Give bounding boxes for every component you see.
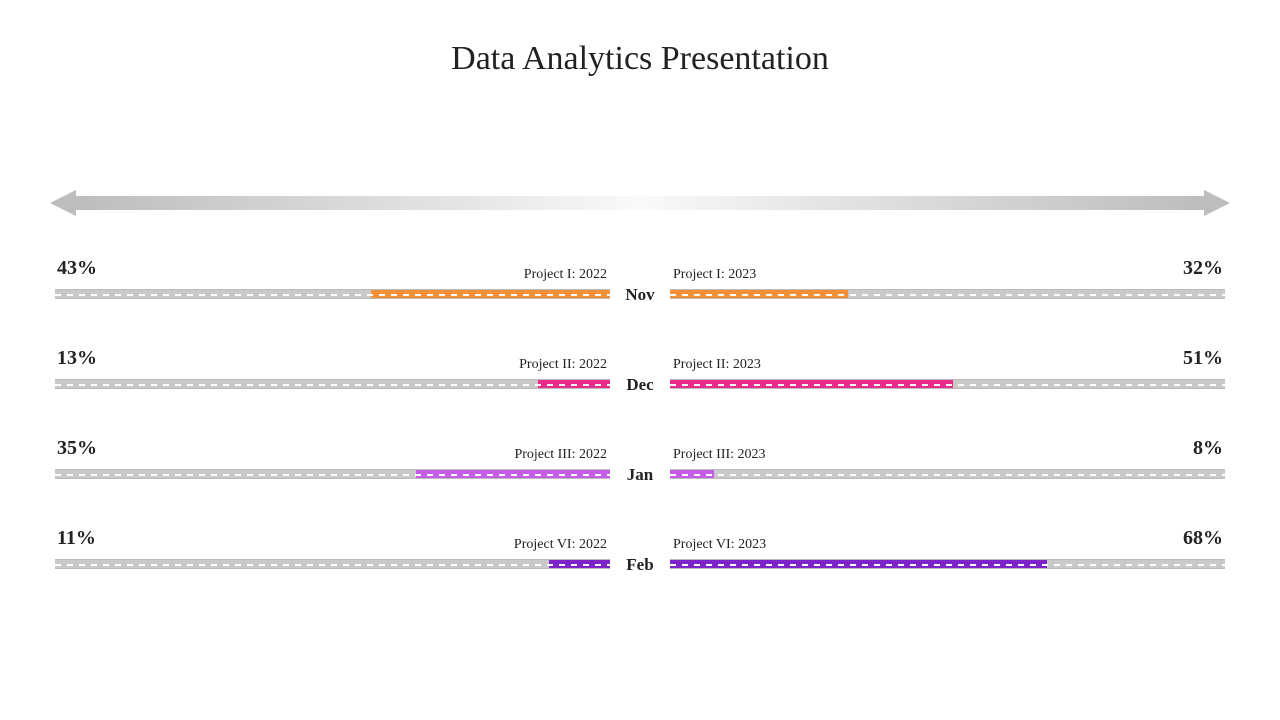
rows-container: 43% 32% Project I: 2022 Project I: 2023 Nov 1…: [55, 245, 1225, 605]
month-label: Feb: [55, 555, 1225, 575]
timeline-axis-arrow: [50, 190, 1230, 216]
row-feb: 11% 68% Project VI: 2022 Project VI: 2023 Fe…: [55, 515, 1225, 605]
label-left: Project III: 2022: [514, 447, 607, 463]
pct-right: 32%: [1183, 257, 1223, 280]
arrowhead-right-icon: [1204, 190, 1230, 216]
label-left: Project VI: 2022: [514, 537, 607, 553]
pct-left: 35%: [57, 437, 97, 460]
pct-left: 11%: [57, 527, 96, 550]
axis-shaft: [76, 196, 1204, 210]
label-right: Project VI: 2023: [673, 537, 766, 553]
pct-right: 68%: [1183, 527, 1223, 550]
month-label: Jan: [55, 465, 1225, 485]
row-nov: 43% 32% Project I: 2022 Project I: 2023 Nov: [55, 245, 1225, 335]
pct-right: 8%: [1193, 437, 1223, 460]
month-label: Nov: [55, 285, 1225, 305]
pct-right: 51%: [1183, 347, 1223, 370]
slide-title: Data Analytics Presentation: [0, 40, 1280, 78]
label-right: Project I: 2023: [673, 267, 756, 283]
pct-left: 43%: [57, 257, 97, 280]
label-right: Project III: 2023: [673, 447, 766, 463]
label-right: Project II: 2023: [673, 357, 761, 373]
pct-left: 13%: [57, 347, 97, 370]
arrowhead-left-icon: [50, 190, 76, 216]
label-left: Project I: 2022: [524, 267, 607, 283]
row-dec: 13% 51% Project II: 2022 Project II: 2023 De…: [55, 335, 1225, 425]
month-label: Dec: [55, 375, 1225, 395]
label-left: Project II: 2022: [519, 357, 607, 373]
row-jan: 35% 8% Project III: 2022 Project III: 2023 J…: [55, 425, 1225, 515]
slide: Data Analytics Presentation 43% 32% Projec…: [0, 0, 1280, 720]
